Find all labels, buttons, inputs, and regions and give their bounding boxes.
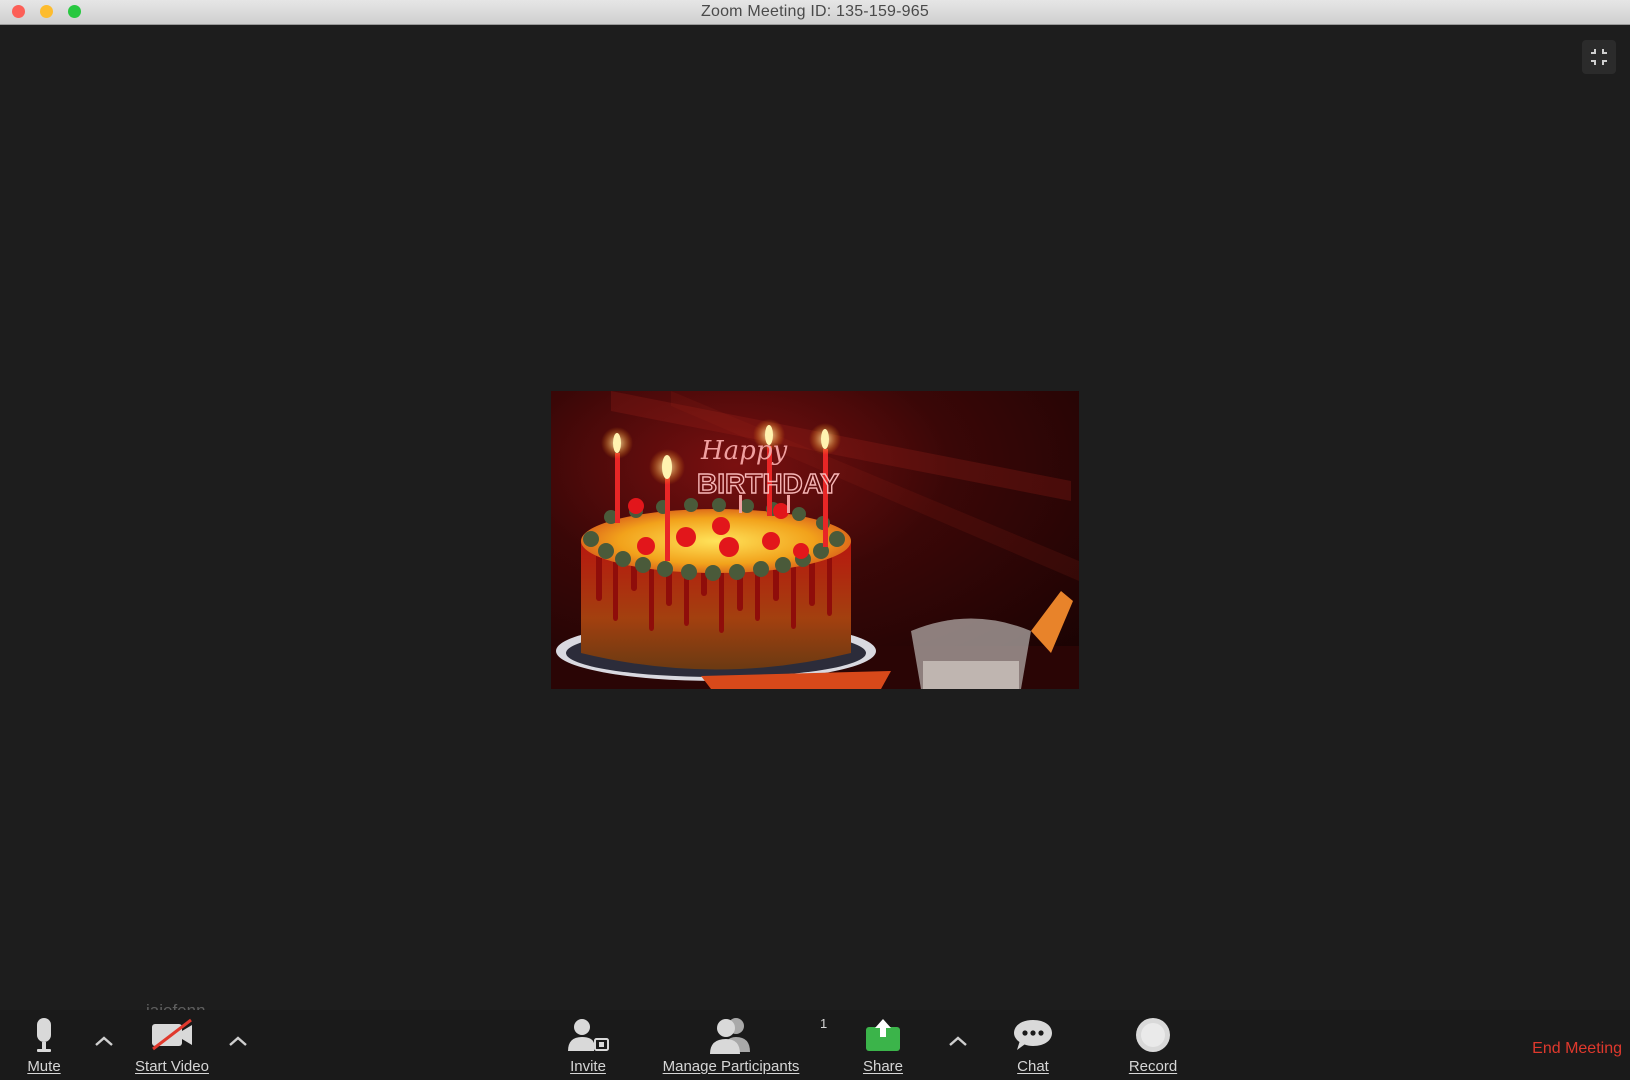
record-icon: [1136, 1018, 1170, 1052]
start-video-label: Start Video: [135, 1058, 209, 1075]
meeting-stage: Happy BIRTHDAY jaiefenn: [0, 25, 1630, 1020]
share-screen-icon: [866, 1019, 900, 1051]
mute-label: Mute: [27, 1058, 61, 1075]
shared-video-frame: Happy BIRTHDAY: [551, 391, 1079, 689]
chat-button[interactable]: Chat: [1008, 1014, 1058, 1080]
video-off-icon: [152, 1018, 192, 1051]
share-options-caret[interactable]: [946, 1032, 970, 1050]
participants-icon: [710, 1018, 750, 1054]
manage-participants-button[interactable]: 1 Manage Participants: [648, 1014, 828, 1080]
record-button[interactable]: Record: [1120, 1014, 1186, 1080]
birthday-cake-image: Happy BIRTHDAY: [551, 391, 1079, 689]
manage-participants-label: Manage Participants: [662, 1058, 800, 1075]
cake-topper-birthday: BIRTHDAY: [697, 468, 839, 499]
chat-label: Chat: [1017, 1058, 1049, 1075]
invite-label: Invite: [570, 1058, 606, 1075]
chevron-up-icon: [95, 1036, 113, 1046]
meeting-toolbar: Mute Start Video Invite 1 Manage Partici…: [0, 1010, 1630, 1080]
microphone-icon: [37, 1018, 51, 1052]
audio-options-caret[interactable]: [92, 1032, 116, 1050]
start-video-button[interactable]: Start Video: [124, 1014, 220, 1080]
chevron-up-icon: [949, 1036, 967, 1046]
window-title: Zoom Meeting ID: 135-159-965: [701, 3, 929, 20]
video-options-caret[interactable]: [226, 1032, 250, 1050]
cake-topper-happy: Happy: [700, 436, 787, 466]
invite-button[interactable]: Invite: [560, 1014, 616, 1080]
chevron-up-icon: [229, 1036, 247, 1046]
end-meeting-button[interactable]: End Meeting: [1532, 1040, 1622, 1058]
participants-count-badge: 1: [820, 1016, 828, 1031]
record-label: Record: [1128, 1058, 1178, 1075]
window-titlebar: Zoom Meeting ID: 135-159-965: [0, 0, 1630, 25]
chat-bubble-icon: [1014, 1020, 1052, 1050]
share-button[interactable]: Share: [858, 1014, 908, 1080]
shrink-icon: [1591, 49, 1607, 65]
mute-button[interactable]: Mute: [20, 1014, 68, 1080]
exit-fullscreen-button[interactable]: [1582, 40, 1616, 74]
share-label: Share: [862, 1058, 904, 1075]
invite-user-icon: [568, 1019, 609, 1051]
